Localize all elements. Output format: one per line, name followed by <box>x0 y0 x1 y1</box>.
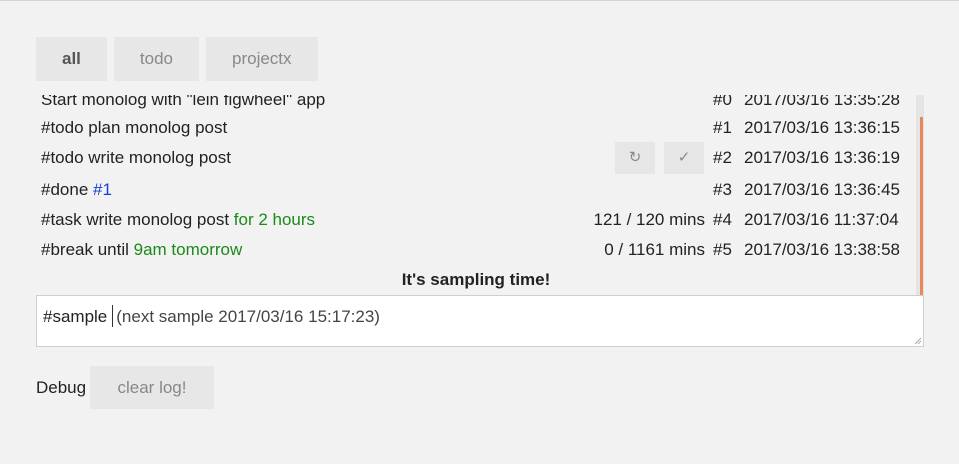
log-entry-text: #task write monolog post for 2 hours <box>41 205 315 235</box>
log-row: #done #1 #3 2017/03/16 13:36:45 <box>36 175 912 205</box>
entry-id: #5 <box>713 240 732 259</box>
entry-id: #2 <box>713 148 732 167</box>
log-row: #todo write monolog post ↻ ✓ #2 2017/03/16 1… <box>36 142 912 174</box>
entry-timestamp: 2017/03/16 13:38:58 <box>744 240 900 259</box>
tab-projectx[interactable]: projectx <box>206 37 318 81</box>
entry-timestamp: 2017/03/16 13:36:19 <box>744 148 900 167</box>
repeat-icon[interactable]: ↻ <box>615 142 655 174</box>
resize-grip-icon[interactable] <box>914 337 922 345</box>
entry-id: #0 <box>713 95 732 109</box>
log-entry-segment: #done <box>41 180 93 199</box>
log-entry-segment: Start monolog with "lein figwheel" app <box>41 95 326 109</box>
log-row: #break until 9am tomorrow 0 / 1161 mins #5… <box>36 235 912 265</box>
entry-id: #4 <box>713 210 732 229</box>
log-entry-segment: #todo write monolog post <box>41 148 231 167</box>
check-icon[interactable]: ✓ <box>664 142 704 174</box>
debug-label: Debug <box>36 378 87 397</box>
log-row: #todo plan monolog post #1 2017/03/16 13:3… <box>36 113 912 143</box>
duration-counter: 121 / 120 mins <box>593 210 705 229</box>
tab-all[interactable]: all <box>36 37 107 81</box>
tab-todo[interactable]: todo <box>113 37 199 81</box>
log-entry-segment: #task write monolog post <box>41 210 234 229</box>
log-entry-segment: #break until <box>41 240 134 259</box>
log-row: Start monolog with "lein figwheel" app #0… <box>36 95 912 115</box>
scrollbar-thumb[interactable] <box>920 117 923 295</box>
sampling-banner: It's sampling time! <box>401 270 551 289</box>
entry-id: #3 <box>713 180 732 199</box>
filter-tabs: all todo projectx <box>36 37 325 81</box>
log-list[interactable]: Start monolog with "lein figwheel" app #0… <box>36 95 924 295</box>
entry-input-value: #sample <box>43 307 108 326</box>
duration-counter: 0 / 1161 mins <box>604 240 705 259</box>
entry-timestamp: 2017/03/16 13:36:45 <box>744 180 900 199</box>
next-sample-hint: (next sample 2017/03/16 15:17:23) <box>116 307 380 326</box>
duration-highlight: for 2 hours <box>233 210 316 229</box>
scrollbar-track[interactable] <box>916 95 924 295</box>
entry-timestamp: 2017/03/16 13:36:15 <box>744 118 900 137</box>
entry-id: #1 <box>713 118 732 137</box>
text-caret <box>112 305 114 327</box>
entry-input[interactable]: #sample (next sample 2017/03/16 15:17:23) <box>36 295 924 347</box>
duration-highlight: 9am tomorrow <box>133 240 243 259</box>
entry-reference-link[interactable]: #1 <box>93 180 112 199</box>
entry-timestamp: 2017/03/16 13:35:28 <box>744 95 900 109</box>
log-entry-text: #break until 9am tomorrow <box>41 235 242 265</box>
log-entry-text: #todo plan monolog post <box>41 113 227 143</box>
clear-log-button[interactable]: clear log! <box>90 366 214 409</box>
top-border <box>0 0 959 1</box>
entry-timestamp: 2017/03/16 11:37:04 <box>744 210 899 229</box>
log-entry-text: Start monolog with "lein figwheel" app <box>41 95 325 115</box>
log-entry-text: #todo write monolog post <box>41 143 231 173</box>
log-row: #task write monolog post for 2 hours 121 … <box>36 205 912 235</box>
log-entry-text: #done #1 <box>41 175 112 205</box>
log-entry-segment: #todo plan monolog post <box>41 118 228 137</box>
